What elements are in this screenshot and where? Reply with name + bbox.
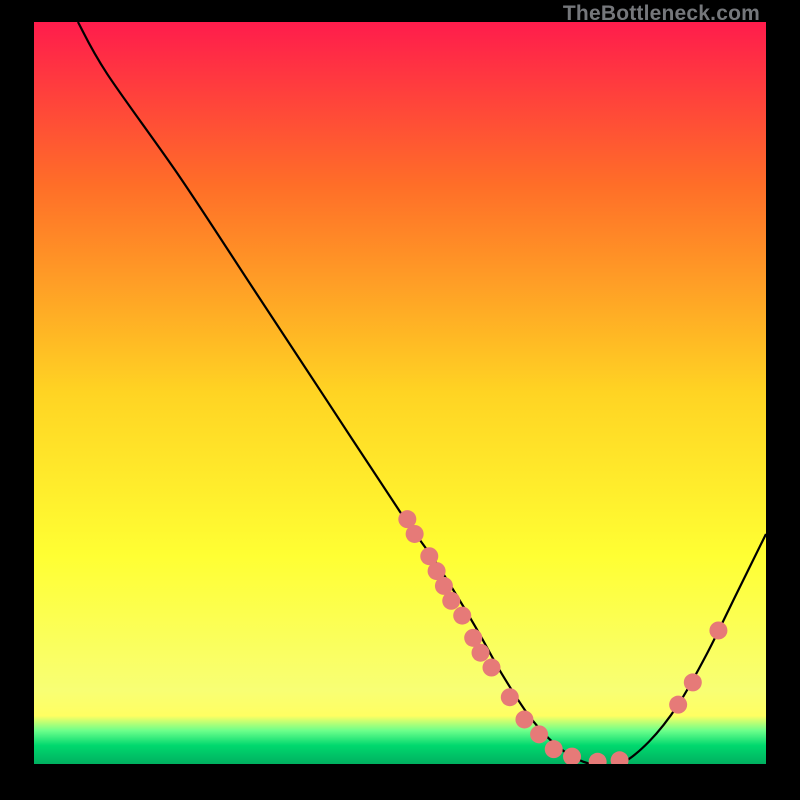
data-marker — [453, 607, 471, 625]
data-marker — [545, 740, 563, 758]
data-marker — [406, 525, 424, 543]
plot-area — [34, 22, 766, 764]
data-marker — [684, 673, 702, 691]
data-marker — [442, 592, 460, 610]
chart-svg — [34, 22, 766, 764]
data-marker — [669, 696, 687, 714]
data-marker — [515, 710, 533, 728]
data-marker — [530, 725, 548, 743]
data-marker — [472, 644, 490, 662]
data-marker — [483, 659, 501, 677]
data-marker — [501, 688, 519, 706]
data-marker — [709, 621, 727, 639]
chart-frame: TheBottleneck.com — [0, 0, 800, 800]
watermark-text: TheBottleneck.com — [563, 2, 760, 26]
chart-background — [34, 22, 766, 764]
